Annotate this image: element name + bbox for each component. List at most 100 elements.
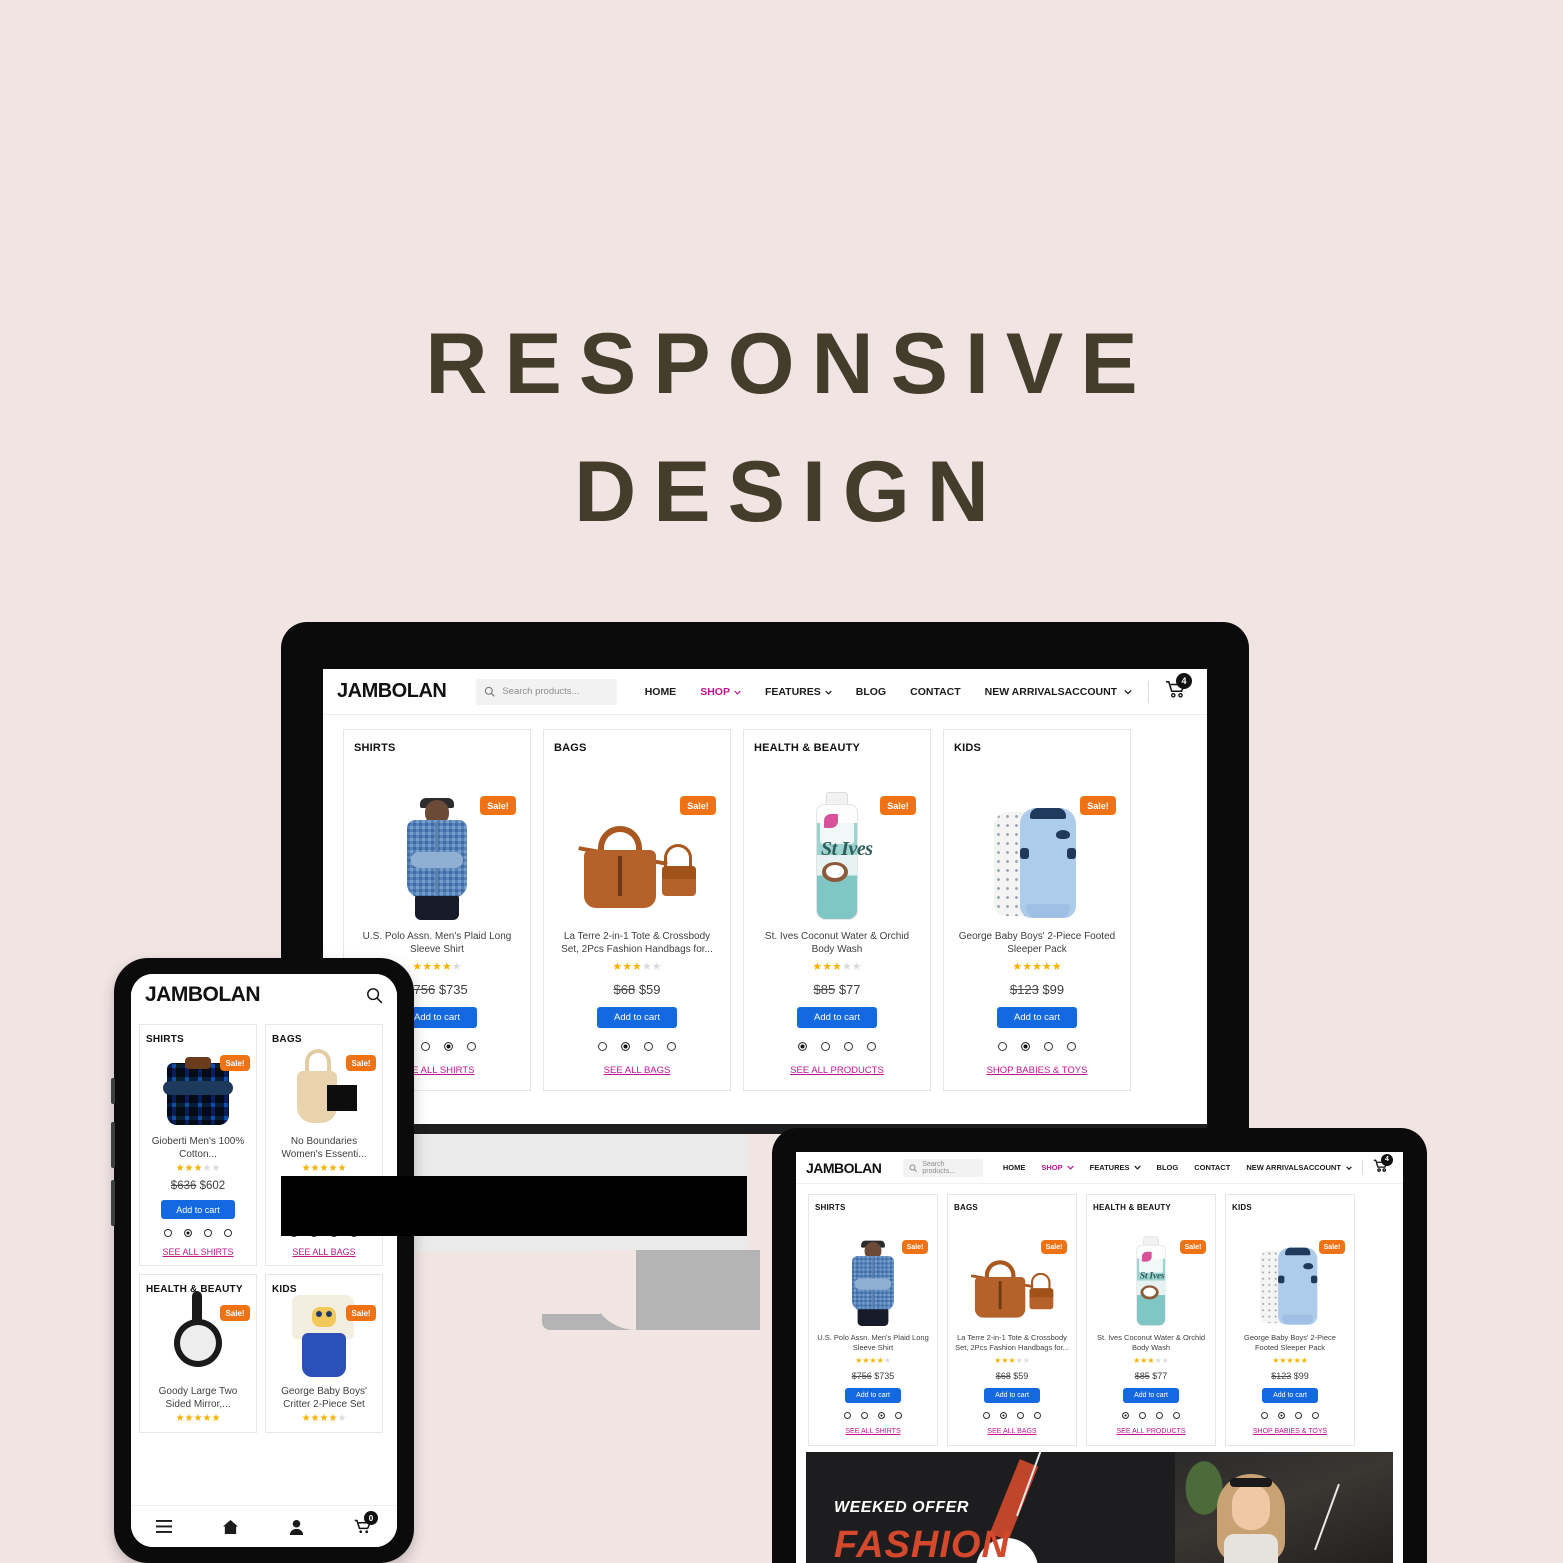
- carousel-dot[interactable]: [1261, 1411, 1268, 1419]
- product-card[interactable]: HEALTH & BEAUTY St Ives Sale! St. Ives Coco…: [743, 729, 931, 1091]
- add-to-cart-button[interactable]: Add to cart: [1123, 1387, 1179, 1403]
- nav-item-home[interactable]: HOME: [1003, 1163, 1026, 1172]
- product-image-box[interactable]: Sale!: [954, 760, 1120, 920]
- sidebar-item-home[interactable]: [222, 1519, 239, 1535]
- tablet-promo-banner[interactable]: WEEKED OFFER FASHION: [806, 1452, 1393, 1563]
- brand-logo[interactable]: JAMBOLAN: [337, 680, 447, 703]
- see-all-link[interactable]: SEE ALL SHIRTS: [162, 1247, 233, 1257]
- carousel-dot[interactable]: [204, 1229, 212, 1237]
- see-all-link[interactable]: SHOP BABIES & TOYS: [987, 1065, 1088, 1076]
- product-image-box[interactable]: Sale!: [272, 1295, 376, 1377]
- product-card[interactable]: HEALTH & BEAUTY Sale! Goody Large Two Side…: [139, 1274, 257, 1433]
- nav-item-contact[interactable]: CONTACT: [1194, 1163, 1230, 1172]
- carousel-dot[interactable]: [1017, 1411, 1024, 1419]
- product-image-box[interactable]: Sale!: [554, 760, 720, 920]
- nav-item-blog[interactable]: BLOG: [856, 686, 886, 698]
- product-card[interactable]: KIDS Sale! George Baby Boys' 2-Piece Foote…: [1225, 1194, 1355, 1446]
- carousel-dot[interactable]: [444, 1042, 453, 1051]
- carousel-dot[interactable]: [667, 1042, 676, 1051]
- carousel-dot[interactable]: [1173, 1411, 1180, 1419]
- product-image-box[interactable]: Sale!: [146, 1291, 250, 1377]
- carousel-dot[interactable]: [895, 1411, 902, 1419]
- carousel-dot[interactable]: [844, 1411, 851, 1419]
- nav-item-home[interactable]: HOME: [645, 686, 677, 698]
- see-all-link[interactable]: SEE ALL BAGS: [987, 1428, 1036, 1435]
- carousel-dot[interactable]: [1021, 1042, 1030, 1051]
- carousel-dot[interactable]: [184, 1229, 192, 1237]
- phone-side-button-2[interactable]: [111, 1122, 115, 1168]
- sidebar-item-account[interactable]: [289, 1519, 304, 1535]
- add-to-cart-button[interactable]: Add to cart: [797, 1007, 877, 1028]
- sidebar-item-menu[interactable]: [156, 1520, 172, 1533]
- carousel-dot[interactable]: [621, 1042, 630, 1051]
- cart-button[interactable]: 4: [1165, 673, 1192, 703]
- product-card[interactable]: BAGS Sale! La Terre 2-in-1 Tote & Crossbod…: [543, 729, 731, 1091]
- carousel-dot[interactable]: [164, 1229, 172, 1237]
- carousel-dot[interactable]: [421, 1042, 430, 1051]
- product-image-box[interactable]: Sale!: [146, 1049, 250, 1127]
- cart-button[interactable]: 4: [1373, 1153, 1393, 1177]
- account-menu[interactable]: ACCOUNT: [1303, 1163, 1352, 1172]
- add-to-cart-button[interactable]: Add to cart: [1262, 1387, 1318, 1403]
- carousel-dot[interactable]: [1139, 1411, 1146, 1419]
- product-image-box[interactable]: Sale!: [815, 1216, 931, 1326]
- product-card[interactable]: SHIRTS Sale! Gioberti Men's 100% Cotton...…: [139, 1024, 257, 1266]
- nav-item-blog[interactable]: BLOG: [1157, 1163, 1179, 1172]
- carousel-dot[interactable]: [844, 1042, 853, 1051]
- see-all-link[interactable]: SEE ALL BAGS: [292, 1247, 355, 1257]
- carousel-dot[interactable]: [644, 1042, 653, 1051]
- carousel-dot[interactable]: [867, 1042, 876, 1051]
- carousel-dot[interactable]: [1156, 1411, 1163, 1419]
- product-image-box[interactable]: Sale!: [272, 1049, 376, 1127]
- nav-item-features[interactable]: FEATURES: [765, 686, 832, 698]
- carousel-dot[interactable]: [1312, 1411, 1319, 1419]
- nav-item-new-arrivals[interactable]: NEW ARRIVALS: [1246, 1163, 1303, 1172]
- see-all-link[interactable]: SEE ALL PRODUCTS: [1117, 1428, 1186, 1435]
- carousel-dot[interactable]: [983, 1411, 990, 1419]
- account-menu[interactable]: ACCOUNT: [1065, 686, 1132, 698]
- carousel-dot[interactable]: [224, 1229, 232, 1237]
- product-card[interactable]: SHIRTS Sale! U.S. Polo Assn. Men's Plaid L…: [808, 1194, 938, 1446]
- phone-side-button-3[interactable]: [111, 1180, 115, 1226]
- product-image-box[interactable]: Sale!: [954, 1216, 1070, 1326]
- nav-item-new-arrivals[interactable]: NEW ARRIVALS: [985, 686, 1065, 698]
- add-to-cart-button[interactable]: Add to cart: [161, 1200, 235, 1219]
- nav-item-contact[interactable]: CONTACT: [910, 686, 961, 698]
- carousel-dot[interactable]: [598, 1042, 607, 1051]
- product-card[interactable]: BAGS Sale! La Terre 2-in-1 Tote & Crossbod…: [947, 1194, 1077, 1446]
- see-all-link[interactable]: SHOP BABIES & TOYS: [1253, 1428, 1327, 1435]
- carousel-dot[interactable]: [1295, 1411, 1302, 1419]
- carousel-dot[interactable]: [1067, 1042, 1076, 1051]
- product-card[interactable]: KIDS Sale! George Baby Boys' 2-Piece Foote…: [943, 729, 1131, 1091]
- carousel-dot[interactable]: [821, 1042, 830, 1051]
- carousel-dot[interactable]: [1122, 1411, 1129, 1419]
- add-to-cart-button[interactable]: Add to cart: [984, 1387, 1040, 1403]
- search-icon[interactable]: [366, 987, 383, 1004]
- product-card[interactable]: HEALTH & BEAUTY St Ives Sale! St. Ives Coco…: [1086, 1194, 1216, 1446]
- phone-side-button-1[interactable]: [111, 1078, 115, 1104]
- carousel-dot[interactable]: [1000, 1411, 1007, 1419]
- brand-logo[interactable]: JAMBOLAN: [806, 1160, 882, 1176]
- carousel-dot[interactable]: [467, 1042, 476, 1051]
- search-input[interactable]: Search products...: [476, 678, 617, 705]
- add-to-cart-button[interactable]: Add to cart: [845, 1387, 901, 1403]
- brand-logo[interactable]: JAMBOLAN: [145, 983, 261, 1007]
- add-to-cart-button[interactable]: Add to cart: [597, 1007, 677, 1028]
- product-image-box[interactable]: Sale!: [354, 760, 520, 920]
- search-input[interactable]: Search products...: [903, 1158, 983, 1177]
- carousel-dot[interactable]: [1044, 1042, 1053, 1051]
- product-image-box[interactable]: Sale!: [1232, 1216, 1348, 1326]
- nav-item-shop[interactable]: SHOP: [700, 686, 741, 698]
- product-image-box[interactable]: St Ives Sale!: [754, 760, 920, 920]
- see-all-link[interactable]: SEE ALL PRODUCTS: [790, 1065, 884, 1076]
- carousel-dot[interactable]: [861, 1411, 868, 1419]
- product-card[interactable]: KIDS Sale! George Baby Boys' Critter 2-Pie…: [265, 1274, 383, 1433]
- nav-item-shop[interactable]: SHOP: [1041, 1163, 1074, 1172]
- carousel-dot[interactable]: [1034, 1411, 1041, 1419]
- see-all-link[interactable]: SEE ALL BAGS: [604, 1065, 671, 1076]
- carousel-dot[interactable]: [998, 1042, 1007, 1051]
- nav-item-features[interactable]: FEATURES: [1090, 1163, 1141, 1172]
- carousel-dot[interactable]: [798, 1042, 807, 1051]
- sidebar-item-cart[interactable]: 0: [354, 1511, 378, 1534]
- carousel-dot[interactable]: [878, 1411, 885, 1419]
